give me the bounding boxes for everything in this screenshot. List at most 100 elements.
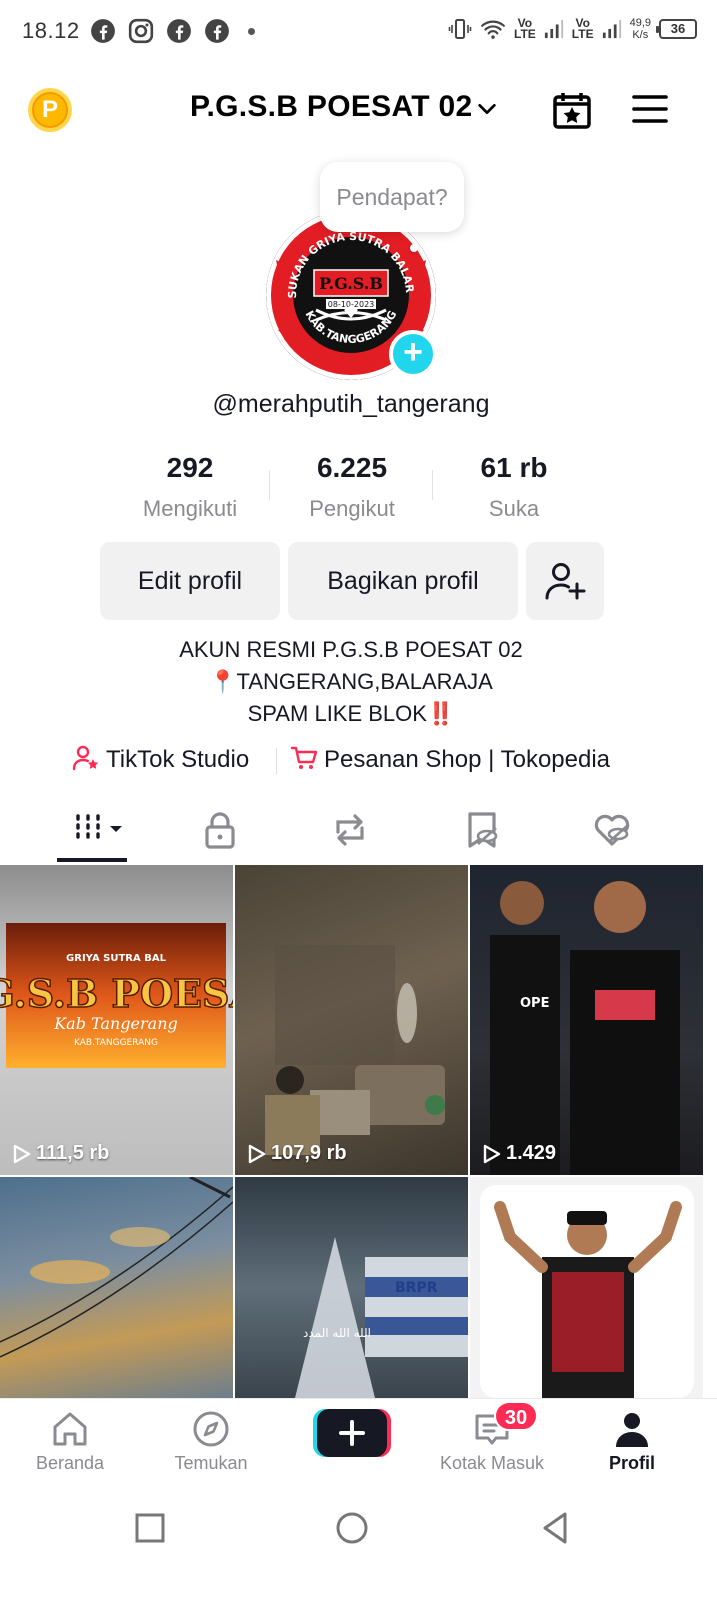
lte-label: Vo LTE — [514, 16, 536, 41]
add-avatar-button[interactable]: + — [389, 330, 437, 378]
tab-favorites[interactable] — [452, 806, 512, 852]
heart-hidden-icon — [594, 814, 630, 846]
facebook-icon — [91, 19, 115, 43]
nav-profile[interactable]: Profil — [562, 1409, 702, 1474]
username: @merahputih_tangerang — [212, 390, 490, 418]
edit-profile-button[interactable]: Edit profil — [100, 542, 280, 620]
videos-grid-icon — [76, 814, 122, 844]
instagram-icon — [128, 18, 154, 44]
network-speed: 49,9 K/s — [629, 17, 651, 41]
bookmark-hidden-icon — [468, 812, 498, 848]
lock-icon — [205, 812, 235, 849]
calendar-star-icon[interactable] — [552, 90, 592, 130]
facebook-icon — [167, 19, 191, 43]
nav-label: Temukan — [174, 1453, 248, 1473]
svg-text:KAB.TANGGERANG: KAB.TANGGERANG — [74, 1038, 158, 1048]
thumbnail-art: BRPR الله الله المدد — [295, 1237, 468, 1398]
chevron-down-icon[interactable] — [476, 98, 498, 120]
play-icon — [483, 1144, 501, 1163]
nav-label: Kotak Masuk — [439, 1453, 545, 1473]
home-button-icon[interactable] — [332, 1508, 372, 1548]
inbox-badge: 30 — [494, 1401, 538, 1431]
nav-label: Profil — [608, 1453, 655, 1473]
svg-text:GRIYA SUTRA BAL: GRIYA SUTRA BAL — [66, 953, 167, 964]
link-divider — [276, 748, 277, 774]
view-count-text: 1.429 — [506, 1142, 557, 1164]
play-icon — [13, 1144, 31, 1163]
thumbnail-art: GRIYA SUTRA BAL P.G.S.B POESAT Kab Tange… — [0, 923, 233, 1068]
share-profile-button[interactable]: Bagikan profil — [288, 542, 518, 620]
tab-videos[interactable] — [62, 806, 122, 852]
recent-apps-icon[interactable] — [130, 1508, 170, 1548]
play-icon — [248, 1144, 266, 1163]
stat-value: 61 rb — [480, 452, 548, 483]
system-nav-bar — [0, 1488, 717, 1600]
bottom-nav: Beranda Temukan Kotak Masuk 30 Profil — [0, 1398, 717, 1488]
stat-value: 6.225 — [316, 452, 388, 483]
add-friend-button[interactable] — [526, 542, 604, 620]
stat-likes[interactable]: 61 rb Suka — [434, 452, 594, 522]
wifi-icon — [481, 20, 505, 39]
repost-icon — [336, 814, 364, 846]
vibrate-icon — [448, 19, 472, 39]
active-tab-indicator — [57, 858, 127, 862]
profile-header: P P.G.S.B POESAT 02 — [0, 76, 717, 140]
create-button[interactable] — [313, 1407, 391, 1459]
bubble-tail — [410, 244, 418, 252]
stat-divider — [269, 470, 270, 500]
nav-home[interactable]: Beranda — [0, 1409, 140, 1474]
video-thumbnail[interactable]: GRIYA SUTRA BAL P.G.S.B POESAT Kab Tange… — [0, 865, 233, 1175]
coin-icon[interactable]: P — [28, 88, 72, 132]
tiktok-studio-link[interactable]: TikTok Studio — [72, 744, 249, 780]
svg-text:P.G.S.B: P.G.S.B — [319, 274, 383, 293]
stat-following[interactable]: 292 Mengikuti — [110, 452, 270, 522]
video-thumbnail[interactable]: OPE 1.429 — [470, 865, 703, 1175]
thumbnail-art — [480, 1185, 694, 1398]
signal-icon — [544, 19, 563, 39]
studio-link-label: TikTok Studio — [106, 746, 250, 773]
thumbnail-art — [265, 945, 445, 1155]
facebook-icon — [205, 19, 229, 43]
svg-text:P.G.S.B POESAT: P.G.S.B POESAT — [0, 971, 233, 1016]
svg-text:Kab Tangerang: Kab Tangerang — [53, 1014, 178, 1033]
stat-label: Mengikuti — [142, 496, 238, 521]
notification-dot — [248, 27, 255, 35]
stat-label: Suka — [488, 496, 540, 521]
svg-text:BRPR: BRPR — [395, 1280, 438, 1296]
view-count: 111,5 rb — [10, 1142, 109, 1165]
nav-label: Beranda — [35, 1453, 105, 1473]
stat-divider — [432, 470, 433, 500]
studio-icon — [72, 745, 99, 771]
stat-label: Pengikut — [309, 496, 395, 521]
stat-followers[interactable]: 6.225 Pengikut — [272, 452, 432, 522]
battery-icon: 36 — [656, 19, 697, 39]
video-thumbnail[interactable]: 107,9 rb — [235, 865, 468, 1175]
bio-line: SPAM LIKE BLOK‼️ — [247, 701, 455, 726]
home-icon — [53, 1412, 87, 1446]
video-thumbnail[interactable] — [470, 1177, 703, 1398]
view-count: 1.429 — [480, 1142, 556, 1165]
tab-private[interactable] — [190, 806, 250, 852]
status-bar: 18.12 Vo LTE Vo LTE 49,9 K/s 36 — [0, 0, 717, 64]
lte-label: Vo LTE — [571, 16, 594, 41]
tab-reposts[interactable] — [320, 806, 380, 852]
view-count: 107,9 rb — [245, 1142, 347, 1165]
video-thumbnail[interactable] — [0, 1177, 233, 1398]
thumbnail-art — [0, 1177, 233, 1358]
shop-link-label: Pesanan Shop | Tokopedia — [324, 746, 611, 773]
view-count-text: 107,9 rb — [271, 1142, 347, 1164]
shop-orders-link[interactable]: Pesanan Shop | Tokopedia — [290, 744, 610, 780]
account-switcher[interactable]: P.G.S.B POESAT 02 — [190, 90, 472, 124]
opinion-bubble[interactable]: Pendapat? — [320, 162, 464, 232]
svg-text:الله الله المدد: الله الله المدد — [303, 1326, 371, 1340]
tab-liked[interactable] — [582, 806, 642, 852]
thumbnail-art: OPE — [490, 881, 680, 1175]
nav-inbox[interactable]: Kotak Masuk — [422, 1409, 562, 1474]
menu-icon[interactable] — [632, 94, 668, 124]
compass-icon — [193, 1411, 229, 1447]
back-icon[interactable] — [535, 1508, 575, 1548]
clock: 18.12 — [22, 18, 80, 43]
signal-icon — [602, 19, 621, 39]
nav-discover[interactable]: Temukan — [141, 1409, 281, 1474]
video-thumbnail[interactable]: BRPR الله الله المدد — [235, 1177, 468, 1398]
